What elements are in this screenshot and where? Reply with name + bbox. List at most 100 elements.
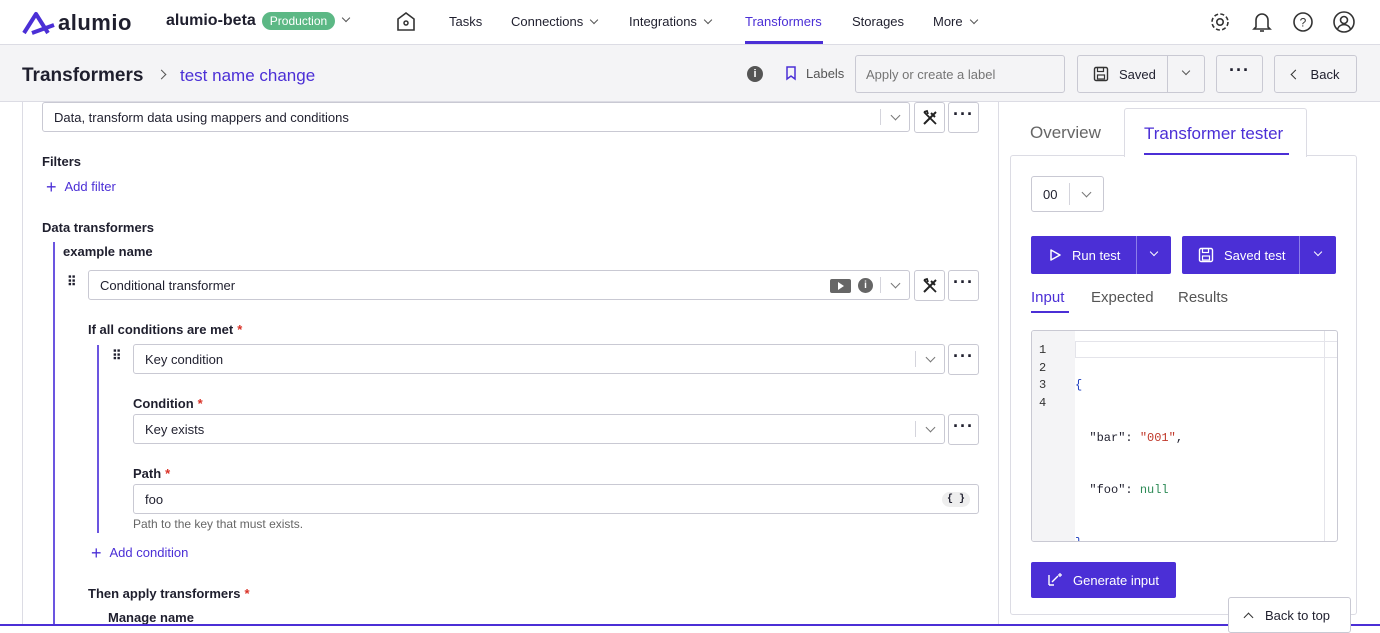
brace-close: }	[1075, 536, 1082, 542]
json-string-value: "001"	[1139, 430, 1176, 445]
select-caret	[880, 109, 909, 125]
test-case-value: 00	[1043, 186, 1058, 202]
home-icon[interactable]	[395, 10, 417, 37]
condition-select[interactable]: Key exists	[133, 414, 945, 444]
more-horizontal-icon: ···	[1229, 60, 1250, 80]
condition-heading: Condition *	[133, 396, 203, 411]
condition-kind-select[interactable]: Key condition	[133, 344, 945, 374]
gear-icon[interactable]	[1208, 10, 1232, 39]
placeholder-brace-icon[interactable]: { }	[941, 492, 970, 507]
nav-connections[interactable]: Connections	[511, 14, 599, 29]
transformer-tester-panel: 00 Run test Saved test Input Expected Re…	[1010, 155, 1357, 615]
play-icon	[1050, 249, 1061, 261]
help-icon[interactable]: ?	[1291, 10, 1315, 39]
json-colon: :	[1125, 430, 1140, 445]
label-input[interactable]	[855, 55, 1065, 93]
json-comma: ,	[1175, 430, 1184, 445]
info-icon[interactable]: i	[747, 66, 763, 82]
environment-badge: Production	[261, 12, 336, 30]
transformer-type-value: Data, transform data using mappers and c…	[54, 109, 349, 125]
transformer-group-line	[53, 242, 55, 626]
tab-transformer-tester[interactable]: Transformer tester	[1124, 108, 1307, 157]
saved-test-label: Saved test	[1224, 247, 1286, 263]
tools-button[interactable]	[914, 102, 945, 133]
saved-label: Saved	[1119, 66, 1156, 82]
top-navigation: alumio alumio-beta Production Tasks Conn…	[0, 0, 1380, 45]
transformer-kind-select[interactable]: Conditional transformer i	[88, 270, 910, 300]
drag-handle-icon[interactable]: ⠿	[67, 275, 78, 288]
run-test-button[interactable]: Run test	[1031, 236, 1137, 274]
conditions-heading: If all conditions are met *	[88, 322, 242, 337]
user-avatar-icon[interactable]	[1332, 10, 1356, 39]
add-filter-link[interactable]: + Add filter	[46, 178, 116, 196]
back-to-top-button[interactable]: Back to top	[1228, 597, 1351, 633]
generate-input-button[interactable]: Generate input	[1031, 562, 1176, 598]
page-header: Transformers test name change i Labels S…	[0, 45, 1380, 102]
nav-storages[interactable]: Storages	[852, 14, 904, 29]
more-options-button[interactable]: ···	[948, 344, 979, 375]
instance-switcher[interactable]: alumio-beta Production	[166, 12, 351, 30]
line-number: 1	[1039, 343, 1047, 357]
video-play-icon[interactable]	[830, 279, 851, 293]
required-marker: *	[244, 586, 250, 601]
subtab-results[interactable]: Results	[1178, 289, 1228, 306]
nav-more-label: More	[933, 14, 963, 29]
saved-test-dropdown-toggle[interactable]	[1300, 236, 1336, 274]
path-heading: Path *	[133, 466, 170, 481]
line-numbers: 1 2 3 4	[1039, 342, 1046, 412]
alumio-logo[interactable]: alumio	[22, 10, 132, 36]
nav-more[interactable]: More	[933, 14, 978, 29]
input-code-editor[interactable]: 1 2 3 4 { "bar": "001", "foo": null }	[1031, 330, 1338, 542]
saved-test-button[interactable]: Saved test	[1182, 236, 1300, 274]
path-input[interactable]: foo { }	[133, 484, 979, 514]
labels-button[interactable]: Labels	[784, 65, 844, 81]
active-subtab-indicator	[1031, 311, 1069, 313]
add-condition-link[interactable]: + Add condition	[91, 542, 188, 563]
data-transformers-heading: Data transformers	[42, 220, 154, 235]
page-title: test name change	[180, 66, 316, 85]
subtab-expected[interactable]: Expected	[1091, 289, 1154, 306]
magic-wand-icon	[1048, 573, 1062, 586]
subtab-input[interactable]: Input	[1031, 289, 1064, 306]
plus-icon: +	[91, 542, 102, 563]
more-actions-button[interactable]: ···	[1216, 55, 1263, 93]
select-caret	[1069, 183, 1103, 205]
nav-tasks[interactable]: Tasks	[449, 14, 482, 29]
bell-icon[interactable]	[1251, 10, 1273, 39]
conditions-heading-text: If all conditions are met	[88, 322, 234, 337]
saved-button-group: Saved	[1077, 55, 1205, 93]
saved-dropdown-toggle[interactable]	[1168, 56, 1204, 92]
test-case-select[interactable]: 00	[1031, 176, 1104, 212]
tab-overview[interactable]: Overview	[1030, 123, 1101, 143]
more-options-button[interactable]: ···	[948, 414, 979, 445]
select-caret	[915, 421, 944, 437]
saved-test-button-group: Saved test	[1182, 236, 1336, 274]
json-colon: :	[1125, 483, 1140, 497]
bookmark-icon	[786, 66, 796, 81]
saved-button[interactable]: Saved	[1078, 56, 1168, 92]
more-horizontal-icon: ···	[953, 345, 974, 366]
line-number: 2	[1039, 360, 1047, 375]
transformer-type-select[interactable]: Data, transform data using mappers and c…	[42, 102, 910, 132]
more-options-button[interactable]: ···	[948, 270, 979, 301]
breadcrumb-root[interactable]: Transformers	[22, 65, 143, 87]
json-key: "foo"	[1089, 483, 1126, 497]
chevron-down-icon	[1181, 66, 1191, 76]
condition-group-line	[97, 345, 99, 533]
tools-button[interactable]	[914, 270, 945, 301]
nav-integrations[interactable]: Integrations	[629, 14, 713, 29]
select-caret	[915, 351, 944, 367]
chevron-down-icon	[925, 352, 935, 362]
path-value: foo	[145, 491, 164, 507]
run-test-button-group: Run test	[1031, 236, 1171, 274]
more-options-button[interactable]: ···	[948, 102, 979, 133]
drag-handle-icon[interactable]: ⠿	[112, 349, 123, 362]
code-line: "foo": null	[1075, 482, 1183, 500]
back-to-top-label: Back to top	[1265, 607, 1331, 623]
info-icon[interactable]: i	[858, 278, 873, 293]
back-button[interactable]: Back	[1274, 55, 1357, 93]
floppy-disk-icon	[1093, 66, 1109, 82]
run-test-dropdown-toggle[interactable]	[1137, 236, 1171, 274]
nav-transformers[interactable]: Transformers	[745, 14, 822, 29]
path-heading-text: Path	[133, 466, 162, 481]
